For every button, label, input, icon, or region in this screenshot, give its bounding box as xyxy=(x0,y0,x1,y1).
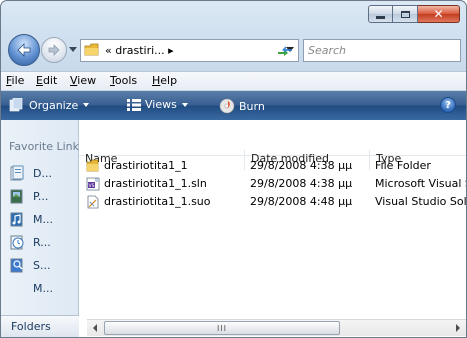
menu-file[interactable]: File xyxy=(6,74,24,87)
pictures-icon xyxy=(10,189,23,204)
refresh-button[interactable] xyxy=(271,40,299,61)
address-bar[interactable]: « drastiri... ▸ xyxy=(80,39,299,62)
scroll-right-button[interactable] xyxy=(450,320,466,336)
searches-icon xyxy=(10,258,23,273)
favorite-links-heading: Favorite Links xyxy=(9,140,79,153)
file-type: Visual Studio Solution User Options xyxy=(375,195,466,208)
search-box[interactable] xyxy=(303,39,461,62)
menu-bar: File Edit View Tools Help xyxy=(1,71,466,91)
folder-icon xyxy=(86,159,99,171)
file-type: File Folder xyxy=(375,159,431,172)
documents-icon xyxy=(10,165,24,181)
favorite-link-label: M... xyxy=(33,212,53,226)
help-button[interactable]: ? xyxy=(440,97,456,113)
help-icon: ? xyxy=(445,99,451,111)
table-row[interactable]: drastiriotita1_1.suo 29/8/2008 4:48 μμ V… xyxy=(79,193,466,210)
file-date: 29/8/2008 4:38 μμ xyxy=(250,177,353,190)
organize-label: Organize xyxy=(29,98,79,112)
svg-text:VS: VS xyxy=(89,183,95,189)
caption-buttons: ✕ xyxy=(368,5,460,23)
favorite-link-label: S... xyxy=(33,258,51,272)
file-name: drastiriotita1_1.sln xyxy=(104,177,207,190)
burn-label: Burn xyxy=(239,99,265,113)
svg-text:9: 9 xyxy=(95,178,98,184)
folders-toggle[interactable]: Folders xyxy=(1,315,79,337)
navigation-pane: Favorite Links D... P... M... R... S... … xyxy=(1,120,79,337)
recent-pages-dropdown-icon[interactable] xyxy=(69,45,77,53)
suo-file-icon xyxy=(87,195,99,208)
maximize-icon xyxy=(400,10,410,18)
scroll-grip-icon: III xyxy=(216,323,228,333)
breadcrumb-overflow[interactable]: « xyxy=(105,44,112,57)
organize-button[interactable]: Organize xyxy=(9,98,90,112)
command-bar: Organize Views Burn ? xyxy=(1,91,466,120)
maximize-button[interactable] xyxy=(393,5,418,23)
organize-icon xyxy=(9,98,23,112)
favorite-link-label: D... xyxy=(33,166,52,180)
recently-changed-icon xyxy=(10,235,24,250)
scroll-thumb[interactable]: III xyxy=(104,321,340,335)
search-input[interactable] xyxy=(308,42,438,59)
navigation-bar: « drastiri... ▸ xyxy=(1,31,466,71)
explorer-window: ✕ « drastiri... ▸ Search File Edit View … xyxy=(0,0,467,338)
file-name: drastiriotita1_1 xyxy=(104,159,188,172)
breadcrumb-chevron-icon[interactable]: ▸ xyxy=(168,44,174,57)
favorite-link-recently-changed[interactable]: R... xyxy=(9,233,51,251)
music-icon xyxy=(10,212,23,227)
forward-button[interactable] xyxy=(41,37,67,63)
back-arrow-icon xyxy=(17,43,31,57)
close-icon: ✕ xyxy=(433,7,444,21)
back-button[interactable] xyxy=(8,34,40,66)
menu-view[interactable]: View xyxy=(70,74,96,87)
favorite-link-more[interactable]: M... xyxy=(33,279,53,297)
menu-help[interactable]: Help xyxy=(152,74,177,87)
views-dropdown-icon xyxy=(181,102,188,107)
folder-icon xyxy=(84,43,99,56)
menu-tools[interactable]: Tools xyxy=(110,74,137,87)
table-row[interactable]: VS 9 drastiriotita1_1.sln 29/8/2008 4:38 … xyxy=(79,175,466,192)
title-bar: ✕ xyxy=(1,1,466,31)
scroll-left-button[interactable] xyxy=(87,320,103,336)
scroll-right-icon xyxy=(456,324,460,332)
table-row[interactable]: drastiriotita1_1 29/8/2008 4:38 μμ File … xyxy=(79,157,466,174)
file-date: 29/8/2008 4:38 μμ xyxy=(250,159,353,172)
close-button[interactable]: ✕ xyxy=(418,5,460,23)
minimize-icon xyxy=(376,15,385,19)
organize-dropdown-icon xyxy=(83,103,90,107)
file-list-view: Name Date modified Type drastiriotita1_1… xyxy=(79,120,466,337)
favorite-link-searches[interactable]: S... xyxy=(9,256,50,274)
address-path: « drastiri... ▸ xyxy=(105,44,174,57)
folders-label: Folders xyxy=(11,320,51,333)
views-icon xyxy=(127,98,141,111)
file-date: 29/8/2008 4:48 μμ xyxy=(250,195,353,208)
favorite-link-label: R... xyxy=(33,235,51,249)
favorite-link-pictures[interactable]: P... xyxy=(9,187,48,205)
file-type: Microsoft Visual Studio Solution xyxy=(375,177,466,190)
burn-disc-icon xyxy=(219,98,235,114)
views-label: Views xyxy=(145,98,177,111)
favorite-link-documents[interactable]: D... xyxy=(9,164,52,182)
sln-file-icon: VS9 xyxy=(86,177,100,190)
burn-button[interactable]: Burn xyxy=(219,98,265,114)
column-header-row: Name Date modified Type xyxy=(79,135,466,170)
breadcrumb-current[interactable]: drastiri... xyxy=(115,44,164,57)
favorite-link-label: M... xyxy=(33,281,53,295)
menu-edit[interactable]: Edit xyxy=(36,74,57,87)
favorite-link-label: P... xyxy=(33,189,49,203)
views-button[interactable]: Views xyxy=(127,98,188,111)
minimize-button[interactable] xyxy=(368,5,393,23)
refresh-icon xyxy=(278,45,292,56)
favorite-link-music[interactable]: M... xyxy=(9,210,53,228)
scroll-left-icon xyxy=(93,324,97,332)
forward-arrow-icon xyxy=(48,44,60,56)
horizontal-scrollbar[interactable]: III xyxy=(87,319,466,336)
file-name: drastiriotita1_1.suo xyxy=(104,195,211,208)
